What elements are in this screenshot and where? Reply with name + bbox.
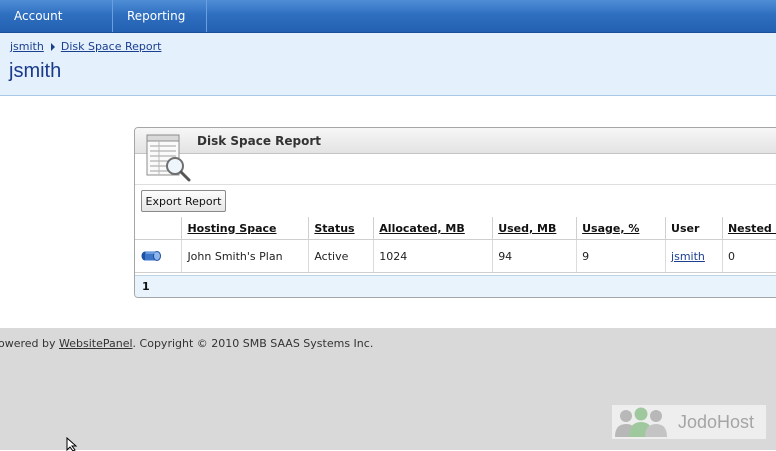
nav-account-home[interactable]: Account Home xyxy=(0,0,113,56)
column-header-usage[interactable]: Usage, % xyxy=(576,217,667,240)
cell-status: Active xyxy=(308,239,375,273)
breadcrumb-arrow-icon xyxy=(50,43,55,51)
column-header-used[interactable]: Used, MB xyxy=(492,217,578,240)
column-header-allocated[interactable]: Allocated, MB xyxy=(373,217,494,240)
websitepanel-link[interactable]: WebsitePanel xyxy=(59,337,133,350)
watermark: JodoHost xyxy=(612,405,766,439)
nav-reporting-label: Reporting xyxy=(127,9,186,23)
cell-hosting-space: John Smith's Plan xyxy=(181,239,310,273)
page-header: jsmith Disk Space Report jsmith xyxy=(0,33,776,96)
pager-current-page[interactable]: 1 xyxy=(142,280,150,293)
top-navigation-bar: Account Home Reporting xyxy=(0,0,776,56)
nav-reporting-menu[interactable]: Reporting xyxy=(113,0,207,51)
disk-space-report-panel: Disk Space Report Export Report Hosting … xyxy=(134,127,776,298)
cell-allocated: 1024 xyxy=(373,239,494,273)
watermark-text: JodoHost xyxy=(678,412,755,432)
column-header-hosting-space[interactable]: Hosting Space xyxy=(181,217,310,240)
people-logo-icon xyxy=(615,407,667,437)
panel-header: Disk Space Report xyxy=(135,128,776,154)
column-header-icon xyxy=(135,217,183,240)
breadcrumb: jsmith Disk Space Report xyxy=(10,40,161,53)
panel-toolbar: Export Report xyxy=(135,184,776,217)
panel-title: Disk Space Report xyxy=(197,134,322,148)
breadcrumb-user-link[interactable]: jsmith xyxy=(10,40,44,53)
column-header-nested-spaces[interactable]: Nested S xyxy=(722,217,776,240)
page-title: jsmith xyxy=(9,60,62,82)
column-header-user: User xyxy=(665,217,723,240)
breadcrumb-report-link[interactable]: Disk Space Report xyxy=(61,40,162,53)
export-report-button[interactable]: Export Report xyxy=(141,190,226,212)
cell-nested-spaces: 0 xyxy=(722,239,776,273)
cell-used: 94 xyxy=(492,239,578,273)
table-row: John Smith's Plan Active 1024 94 9 jsmit… xyxy=(135,239,776,273)
user-link[interactable]: jsmith xyxy=(671,250,705,263)
column-header-status[interactable]: Status xyxy=(308,217,375,240)
pager: 1 xyxy=(135,275,776,297)
mouse-cursor-icon xyxy=(66,437,78,451)
disk-space-table: Hosting Space Status Allocated, MB Used,… xyxy=(135,217,776,273)
table-header-row: Hosting Space Status Allocated, MB Used,… xyxy=(135,217,776,240)
cell-user: jsmith xyxy=(665,239,723,273)
report-icon xyxy=(146,134,191,182)
copyright-text: owered by WebsitePanel. Copyright © 2010… xyxy=(0,337,374,350)
hosting-space-icon xyxy=(141,250,161,261)
cell-usage: 9 xyxy=(576,239,667,273)
row-icon-cell xyxy=(135,239,183,273)
